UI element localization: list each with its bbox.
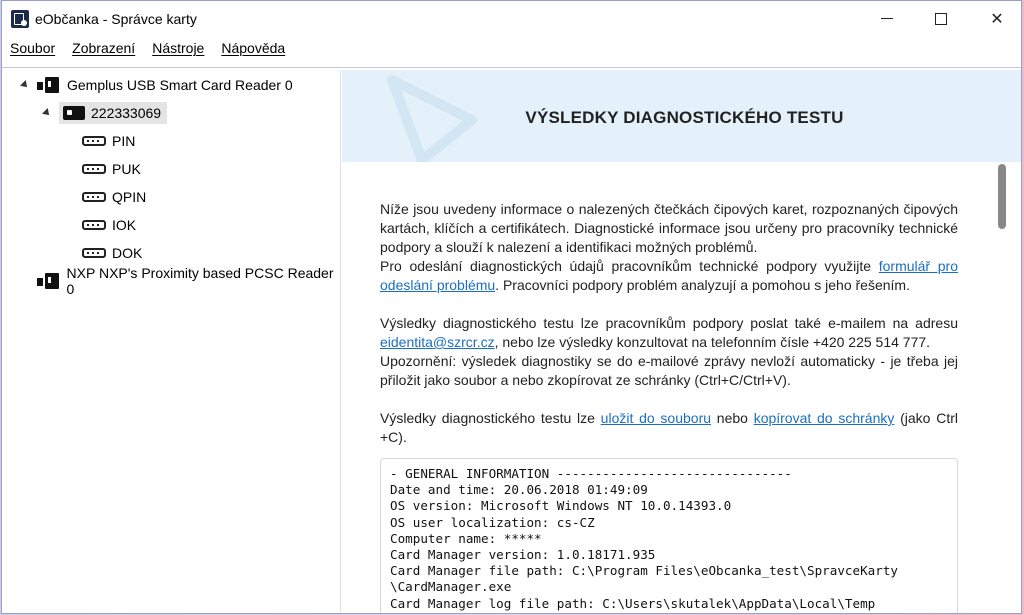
menu-bar: Soubor Zobrazení Nástroje Nápověda bbox=[2, 36, 1021, 60]
tree-item-label: IOK bbox=[112, 217, 137, 233]
results-banner: VÝSLEDKY DIAGNOSTICKÉHO TESTU bbox=[342, 70, 1021, 162]
separator bbox=[2, 67, 1021, 68]
menu-nastroje[interactable]: Nástroje bbox=[152, 40, 204, 56]
intro-text: Níže jsou uvedeny informace o nalezených… bbox=[380, 201, 958, 255]
title-bar: eObčanka - Správce karty ✕ bbox=[2, 1, 1021, 36]
warning-text: Upozornění: výsledek diagnostiky se do e… bbox=[380, 353, 958, 388]
tree-item-puk[interactable]: PUK bbox=[82, 156, 141, 182]
tree-item-card[interactable]: 222333069 bbox=[42, 100, 168, 126]
email-text-before: Výsledky diagnostického testu lze pracov… bbox=[380, 315, 958, 331]
log-line: Card Manager file path: C:\Program Files… bbox=[390, 563, 898, 579]
copy-to-clipboard-link[interactable]: kopírovat do schránky bbox=[754, 410, 895, 426]
save-paragraph: Výsledky diagnostického testu lze uložit… bbox=[380, 409, 958, 447]
tree-item-label: NXP NXP's Proximity based PCSC Reader 0 bbox=[66, 265, 334, 297]
app-icon bbox=[11, 10, 29, 28]
minimize-icon bbox=[881, 18, 893, 19]
log-line: OS user localization: cs-CZ bbox=[390, 514, 595, 530]
log-line: Card Manager log file path: C:\Users\sku… bbox=[390, 595, 876, 611]
tree-item-label: PIN bbox=[112, 133, 136, 149]
minimize-button[interactable] bbox=[864, 1, 910, 36]
close-button[interactable]: ✕ bbox=[974, 1, 1020, 36]
expand-icon[interactable] bbox=[20, 80, 30, 90]
pin-icon bbox=[82, 220, 106, 230]
expand-icon[interactable] bbox=[42, 108, 52, 118]
page-title: VÝSLEDKY DIAGNOSTICKÉHO TESTU bbox=[525, 108, 844, 127]
tree-item-dok[interactable]: DOK bbox=[82, 240, 142, 266]
card-reader-icon bbox=[37, 77, 61, 93]
menu-napoveda[interactable]: Nápověda bbox=[221, 40, 285, 56]
log-line: \CardManager.exe bbox=[390, 579, 512, 595]
pin-icon bbox=[82, 248, 106, 258]
tree-item-label: DOK bbox=[112, 245, 143, 261]
form-text-before: Pro odeslání diagnostických údajů pracov… bbox=[380, 258, 879, 274]
app-window: eObčanka - Správce karty ✕ Soubor Zobraz… bbox=[1, 0, 1022, 614]
close-icon: ✕ bbox=[990, 9, 1004, 28]
email-text-after: , nebo lze výsledky konzultovat na telef… bbox=[494, 334, 931, 350]
tree-item-label: Gemplus USB Smart Card Reader 0 bbox=[67, 77, 293, 93]
pin-icon bbox=[82, 136, 106, 146]
tree-item-pin[interactable]: PIN bbox=[82, 128, 135, 154]
intro-paragraph: Níže jsou uvedeny informace o nalezených… bbox=[380, 200, 958, 295]
save-text-before: Výsledky diagnostického testu lze bbox=[380, 410, 601, 426]
log-line: Card Manager version: 1.0.18171.935 bbox=[390, 547, 656, 563]
log-line: - GENERAL INFORMATION ------------------… bbox=[390, 466, 792, 481]
tree-item-reader-nxp[interactable]: NXP NXP's Proximity based PCSC Reader 0 bbox=[37, 265, 340, 297]
diagnostic-log[interactable]: - GENERAL INFORMATION ------------------… bbox=[380, 458, 958, 613]
maximize-icon bbox=[935, 12, 947, 25]
scrollbar-thumb[interactable] bbox=[998, 164, 1006, 229]
save-to-file-link[interactable]: uložit do souboru bbox=[601, 410, 711, 426]
card-reader-icon bbox=[37, 273, 61, 289]
save-text-mid: nebo bbox=[711, 410, 754, 426]
maximize-button[interactable] bbox=[918, 1, 964, 36]
tree-item-label: PUK bbox=[112, 161, 141, 177]
tree-item-qpin[interactable]: QPIN bbox=[82, 184, 146, 210]
log-line: Computer name: ***** bbox=[390, 530, 542, 546]
pin-icon bbox=[82, 192, 106, 202]
log-line: OS version: Microsoft Windows NT 10.0.14… bbox=[390, 498, 732, 514]
menu-zobrazeni[interactable]: Zobrazení bbox=[72, 40, 135, 56]
results-panel: VÝSLEDKY DIAGNOSTICKÉHO TESTU Níže jsou … bbox=[342, 70, 1021, 613]
log-line: Date and time: 20.06.2018 01:49:09 bbox=[390, 482, 648, 498]
email-link[interactable]: eidentita@szrcr.cz bbox=[380, 334, 495, 350]
tree-item-label: 222333069 bbox=[91, 105, 162, 121]
smart-card-icon bbox=[63, 106, 85, 120]
tree-item-reader-gemplus[interactable]: Gemplus USB Smart Card Reader 0 bbox=[20, 72, 293, 98]
tree-item-iok[interactable]: IOK bbox=[82, 212, 136, 238]
pin-icon bbox=[82, 164, 106, 174]
window-title: eObčanka - Správce karty bbox=[35, 11, 197, 27]
menu-soubor[interactable]: Soubor bbox=[10, 40, 55, 56]
device-tree: Gemplus USB Smart Card Reader 0 22233306… bbox=[11, 70, 341, 613]
results-text: Níže jsou uvedeny informace o nalezených… bbox=[380, 200, 958, 466]
tree-item-label: QPIN bbox=[112, 189, 147, 205]
form-text-after: . Pracovníci podpory problém analyzují a… bbox=[495, 277, 910, 293]
email-paragraph: Výsledky diagnostického testu lze pracov… bbox=[380, 314, 958, 390]
